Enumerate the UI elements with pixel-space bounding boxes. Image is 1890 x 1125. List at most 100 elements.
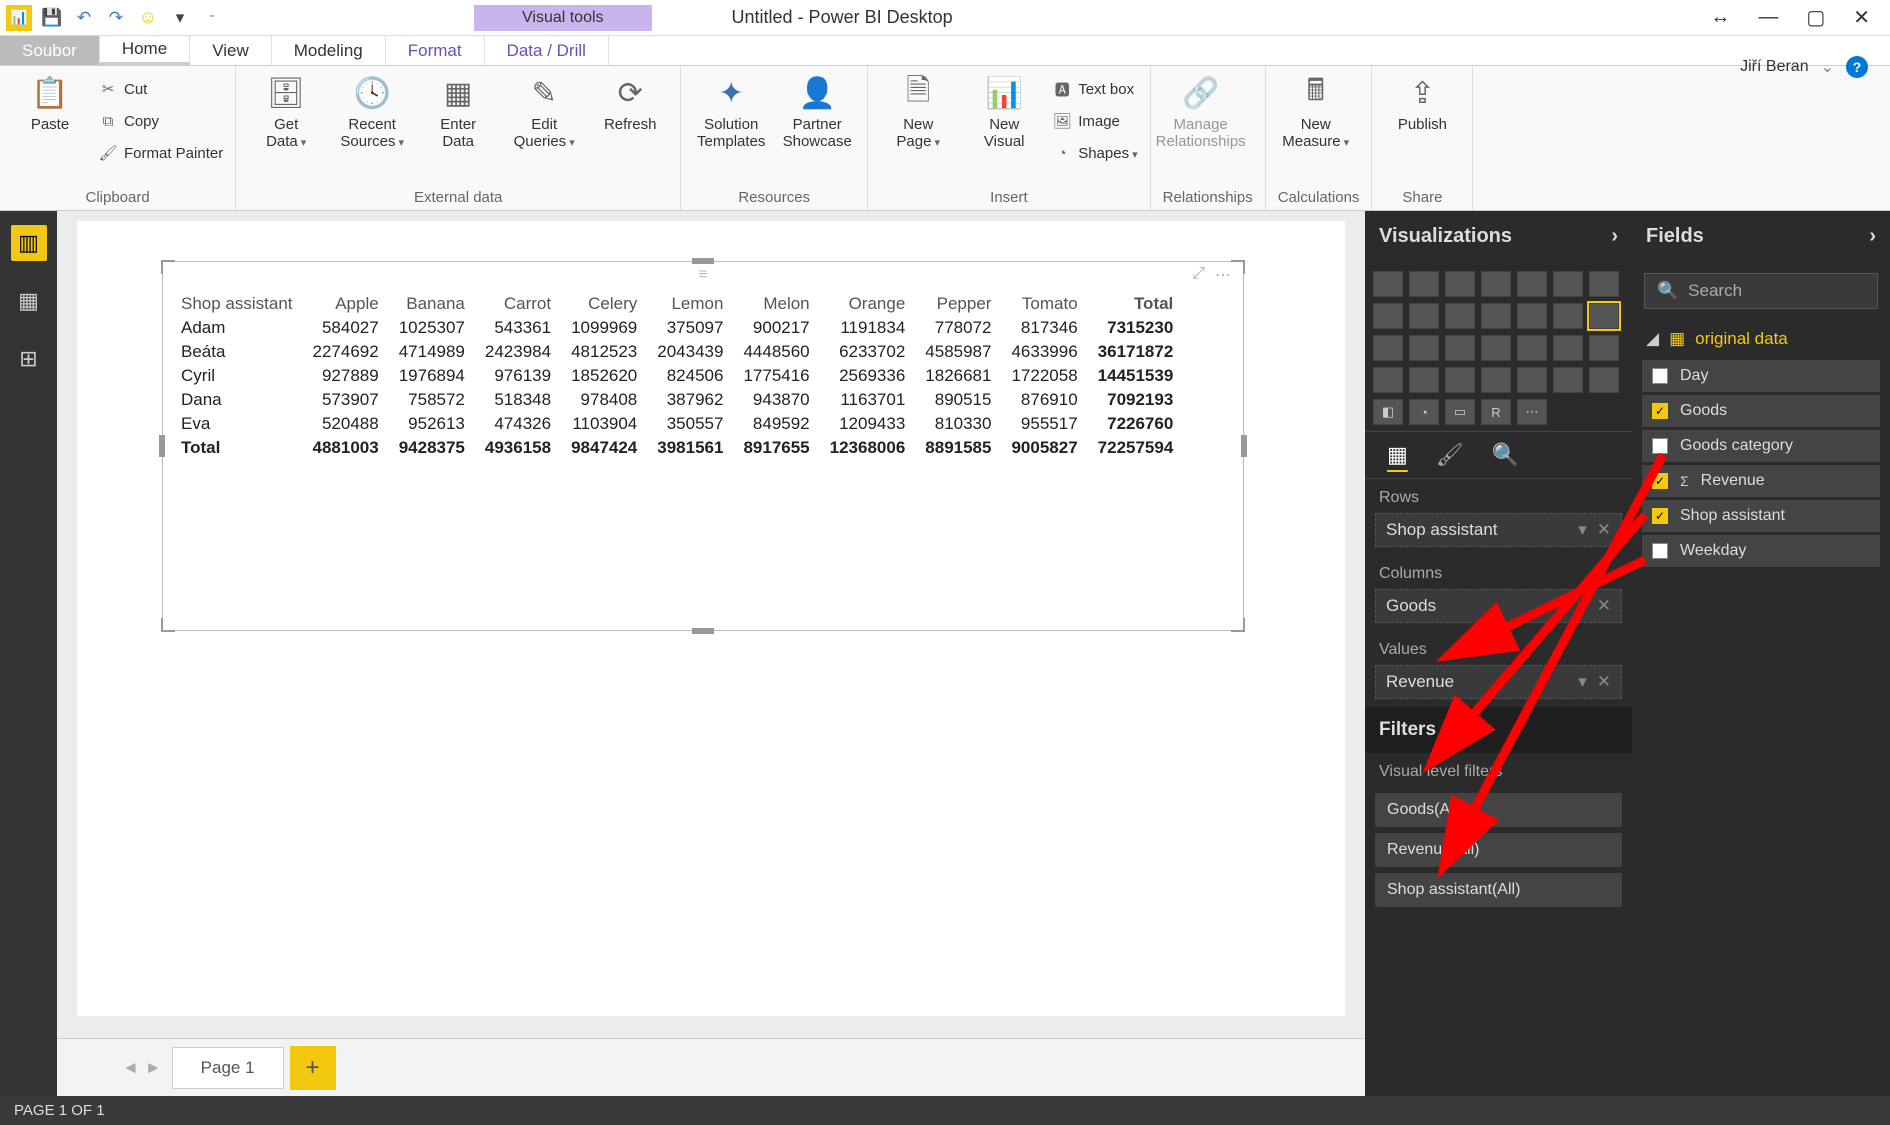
collapse-pane-icon[interactable]: › — [1611, 225, 1618, 248]
format-painter-button[interactable]: 🖌Format Painter — [98, 140, 223, 166]
viz-type-20[interactable] — [1589, 335, 1619, 361]
field-goods-category[interactable]: Goods category — [1642, 430, 1880, 462]
tab-modeling[interactable]: Modeling — [272, 36, 386, 65]
viz-type-19[interactable] — [1553, 335, 1583, 361]
page-tab-1[interactable]: Page 1 — [172, 1047, 284, 1089]
tab-format[interactable]: Format — [386, 36, 485, 65]
qat-dropdown-icon[interactable]: ▾ — [168, 6, 192, 30]
report-view-icon[interactable]: ▥ — [11, 225, 47, 261]
viz-type-0[interactable] — [1373, 271, 1403, 297]
drag-handle-icon[interactable]: ≡ — [698, 266, 707, 284]
viz-type-extra[interactable]: ◔ — [1409, 399, 1439, 425]
viz-type-2[interactable] — [1445, 271, 1475, 297]
table-node[interactable]: ◢▦original data — [1632, 321, 1890, 357]
rows-well[interactable]: Shop assistant▾✕ — [1375, 513, 1622, 547]
viz-type-16[interactable] — [1445, 335, 1475, 361]
enter-data-button[interactable]: ▦Enter Data — [420, 72, 496, 150]
feedback-icon[interactable]: ☺ — [136, 6, 160, 30]
viz-type-10[interactable] — [1481, 303, 1511, 329]
viz-type-4[interactable] — [1517, 271, 1547, 297]
viz-type-9[interactable] — [1445, 303, 1475, 329]
viz-type-15[interactable] — [1409, 335, 1439, 361]
report-canvas-area[interactable]: ≡ ⤢ ⋯ Shop assistantAppleBananaCarrotCel… — [57, 211, 1365, 1096]
redo-icon[interactable]: ↷ — [104, 6, 128, 30]
fields-search[interactable]: 🔍Search — [1644, 273, 1878, 309]
fields-well-tab[interactable]: ▦ — [1387, 442, 1408, 468]
maximize-button[interactable]: ▢ — [1806, 5, 1825, 30]
remove-field-icon[interactable]: ✕ — [1597, 520, 1611, 540]
remove-field-icon[interactable]: ✕ — [1597, 672, 1611, 692]
viz-type-17[interactable] — [1481, 335, 1511, 361]
values-well[interactable]: Revenue▾✕ — [1375, 665, 1622, 699]
cut-button[interactable]: ✂Cut — [98, 76, 223, 102]
expand-icon[interactable]: ◢ — [1646, 329, 1659, 349]
more-options-icon[interactable]: ⋯ — [1215, 265, 1231, 285]
new-page-button[interactable]: 🗎New Page — [880, 72, 956, 150]
new-visual-button[interactable]: 📊New Visual — [966, 72, 1042, 150]
viz-type-6[interactable] — [1589, 271, 1619, 297]
viz-type-8[interactable] — [1409, 303, 1439, 329]
viz-type-1[interactable] — [1409, 271, 1439, 297]
solution-templates-button[interactable]: ✦Solution Templates — [693, 72, 769, 150]
filter-pill[interactable]: Revenue(All) — [1375, 833, 1622, 867]
viz-type-11[interactable] — [1517, 303, 1547, 329]
get-data-button[interactable]: 🗄Get Data — [248, 72, 324, 150]
partner-showcase-button[interactable]: 👤Partner Showcase — [779, 72, 855, 150]
chevron-down-icon[interactable]: ⌄ — [1821, 57, 1834, 77]
report-page-canvas[interactable]: ≡ ⤢ ⋯ Shop assistantAppleBananaCarrotCel… — [77, 221, 1345, 1016]
viz-type-7[interactable] — [1373, 303, 1403, 329]
viz-type-22[interactable] — [1409, 367, 1439, 393]
field-day[interactable]: Day — [1642, 360, 1880, 392]
analytics-well-tab[interactable]: 🔍 — [1492, 442, 1519, 468]
new-measure-button[interactable]: 🖩New Measure — [1278, 72, 1354, 150]
manage-relationships-button[interactable]: 🔗Manage Relationships — [1163, 72, 1239, 150]
field-revenue[interactable]: ✓ΣRevenue — [1642, 465, 1880, 497]
viz-type-27[interactable] — [1589, 367, 1619, 393]
data-view-icon[interactable]: ▦ — [11, 283, 47, 319]
tab-file[interactable]: Soubor — [0, 36, 100, 65]
undo-icon[interactable]: ↶ — [72, 6, 96, 30]
model-view-icon[interactable]: ⊞ — [11, 341, 47, 377]
viz-type-extra[interactable]: ⋯ — [1517, 399, 1547, 425]
qat-overflow-icon[interactable]: ⁼ — [200, 6, 224, 30]
collapse-pane-icon[interactable]: › — [1869, 225, 1876, 248]
viz-type-extra[interactable]: ▭ — [1445, 399, 1475, 425]
close-button[interactable]: ✕ — [1853, 5, 1870, 30]
textbox-button[interactable]: 🅰Text box — [1052, 76, 1137, 102]
matrix-visual[interactable]: ≡ ⤢ ⋯ Shop assistantAppleBananaCarrotCel… — [162, 261, 1244, 631]
checkbox-icon[interactable]: ✓ — [1652, 473, 1668, 489]
viz-type-12[interactable] — [1553, 303, 1583, 329]
tab-home[interactable]: Home — [100, 36, 190, 65]
next-page-icon[interactable]: ► — [145, 1058, 162, 1078]
checkbox-icon[interactable] — [1652, 368, 1668, 384]
minimize-button[interactable]: — — [1758, 6, 1778, 29]
viz-type-3[interactable] — [1481, 271, 1511, 297]
checkbox-icon[interactable]: ✓ — [1652, 508, 1668, 524]
prev-page-icon[interactable]: ◄ — [122, 1058, 139, 1078]
focus-mode-icon[interactable]: ⤢ — [1192, 265, 1205, 285]
viz-type-26[interactable] — [1553, 367, 1583, 393]
chevron-down-icon[interactable]: ▾ — [1578, 672, 1587, 692]
field-goods[interactable]: ✓Goods — [1642, 395, 1880, 427]
viz-type-18[interactable] — [1517, 335, 1547, 361]
format-well-tab[interactable]: 🖌 — [1436, 442, 1464, 468]
add-page-button[interactable]: + — [290, 1046, 336, 1090]
field-weekday[interactable]: Weekday — [1642, 535, 1880, 567]
filter-pill[interactable]: Goods(All) — [1375, 793, 1622, 827]
save-icon[interactable]: 💾 — [40, 6, 64, 30]
tab-data-drill[interactable]: Data / Drill — [485, 36, 609, 65]
viz-type-21[interactable] — [1373, 367, 1403, 393]
signed-in-user[interactable]: Jiří Beran ⌄ ? — [1740, 56, 1868, 78]
viz-type-25[interactable] — [1517, 367, 1547, 393]
chevron-down-icon[interactable]: ▾ — [1578, 596, 1587, 616]
help-icon[interactable]: ? — [1846, 56, 1868, 78]
checkbox-icon[interactable] — [1652, 438, 1668, 454]
checkbox-icon[interactable] — [1652, 543, 1668, 559]
viz-type-14[interactable] — [1373, 335, 1403, 361]
image-button[interactable]: 🖼Image — [1052, 108, 1137, 134]
chevron-down-icon[interactable]: ▾ — [1578, 520, 1587, 540]
recent-sources-button[interactable]: 🕓Recent Sources — [334, 72, 410, 150]
viz-type-24[interactable] — [1481, 367, 1511, 393]
columns-well[interactable]: Goods▾✕ — [1375, 589, 1622, 623]
edit-queries-button[interactable]: ✎Edit Queries — [506, 72, 582, 150]
